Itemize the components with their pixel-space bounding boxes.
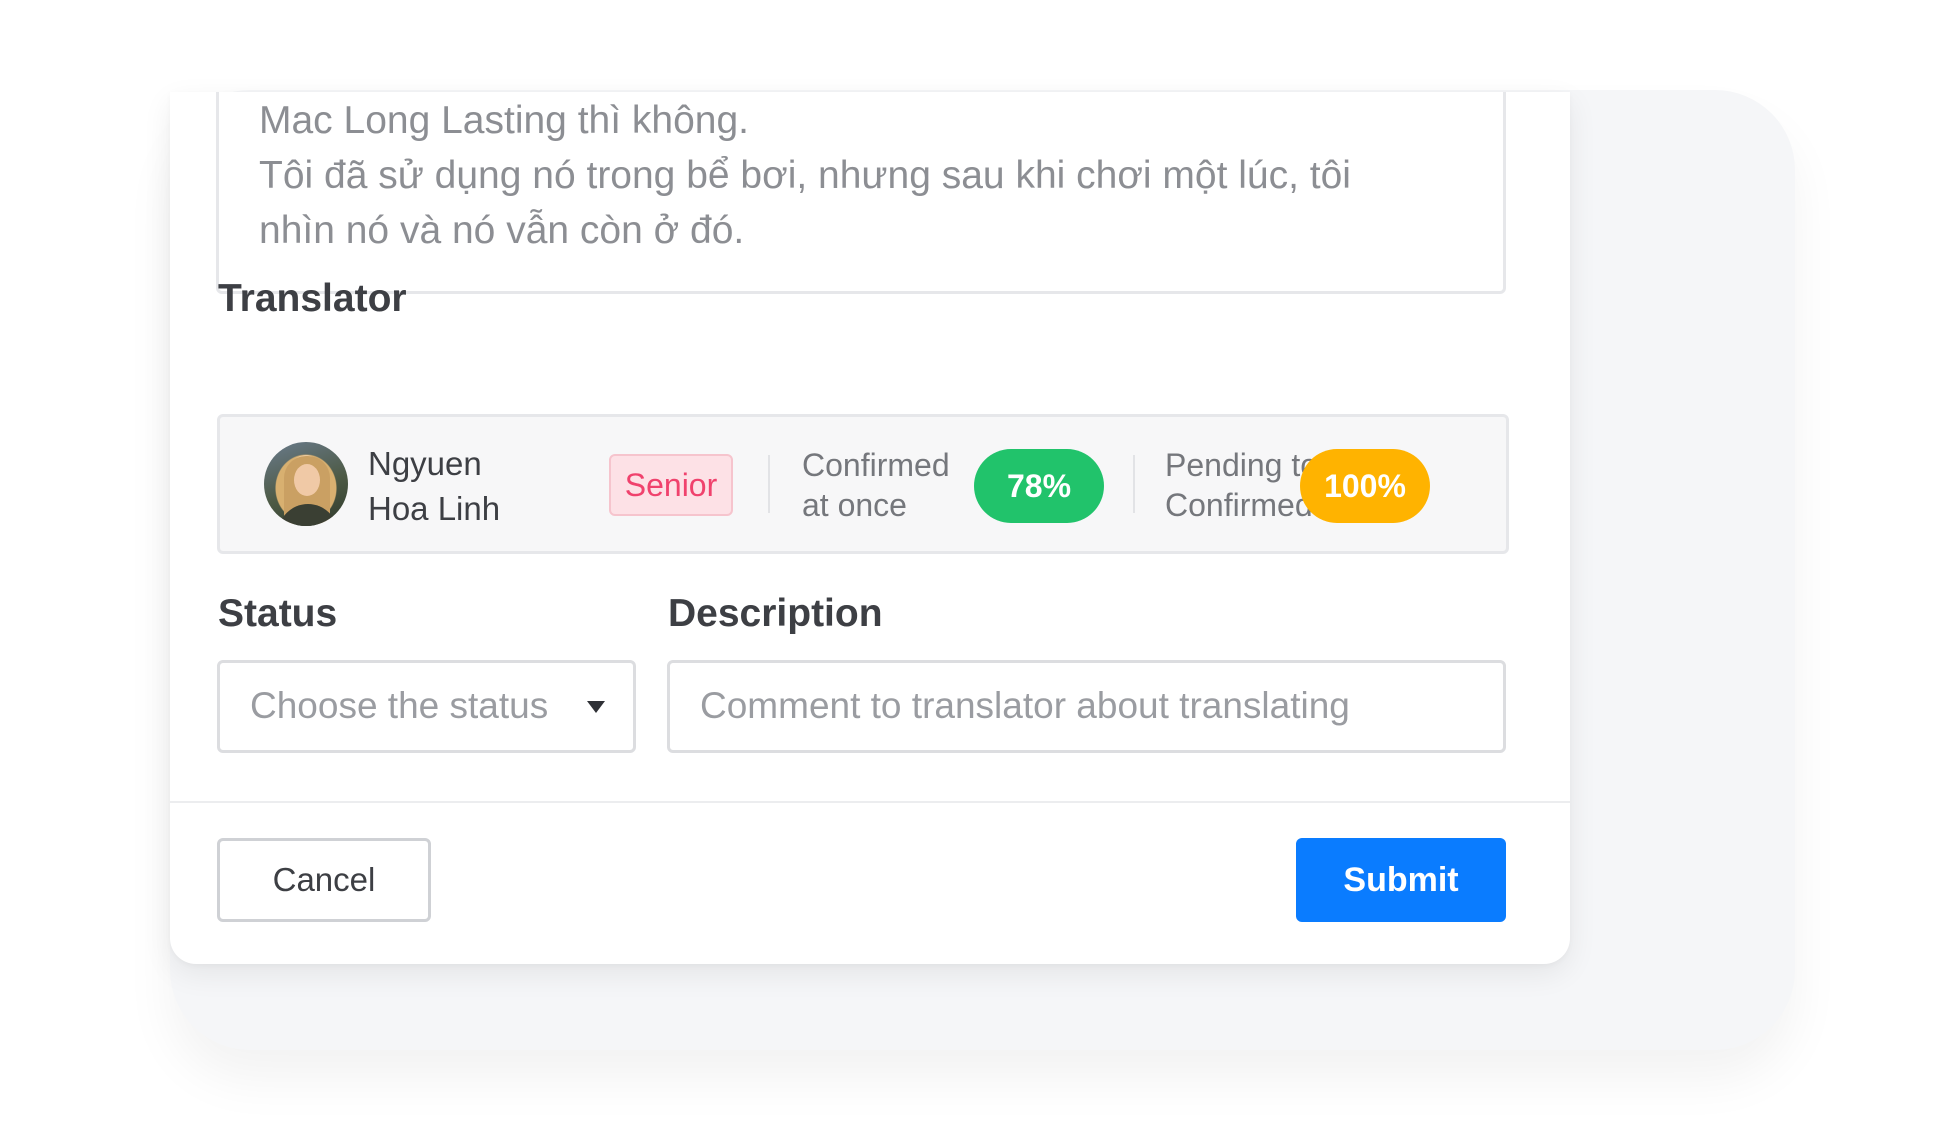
confirmed-label-line1: Confirmed <box>802 447 950 483</box>
submit-button[interactable]: Submit <box>1296 838 1506 922</box>
review-translation-dialog: Mac Long Lasting thì không. Tôi đã sử dụ… <box>170 92 1570 964</box>
review-text-box: Mac Long Lasting thì không. Tôi đã sử dụ… <box>216 92 1506 294</box>
description-input-placeholder: Comment to translator about translating <box>700 685 1350 726</box>
translator-section-label: Translator <box>218 277 407 320</box>
stat-divider <box>1133 455 1135 513</box>
status-select[interactable]: Choose the status <box>217 660 636 753</box>
translator-name-line2: Hoa Linh <box>368 490 501 527</box>
cancel-button[interactable]: Cancel <box>217 838 431 922</box>
translator-name-line1: Ngyuen <box>368 445 482 482</box>
senior-badge: Senior <box>609 454 733 516</box>
description-input[interactable]: Comment to translator about translating <box>667 660 1506 753</box>
confirmed-label-line2: at once <box>802 487 907 523</box>
chevron-down-icon <box>587 701 605 713</box>
status-label: Status <box>218 592 338 635</box>
pending-percent-pill: 100% <box>1300 449 1430 523</box>
stat-divider <box>768 455 770 513</box>
avatar <box>264 442 348 526</box>
translator-card: Ngyuen Hoa Linh Senior Confirmed at once… <box>217 414 1509 554</box>
description-label: Description <box>668 592 883 635</box>
confirmed-percent-pill: 78% <box>974 449 1104 523</box>
footer-divider <box>170 801 1570 803</box>
translator-name: Ngyuen Hoa Linh <box>368 441 568 531</box>
status-select-placeholder: Choose the status <box>250 685 549 726</box>
confirmed-label: Confirmed at once <box>802 445 972 525</box>
review-text: Mac Long Lasting thì không. Tôi đã sử dụ… <box>259 99 1351 252</box>
